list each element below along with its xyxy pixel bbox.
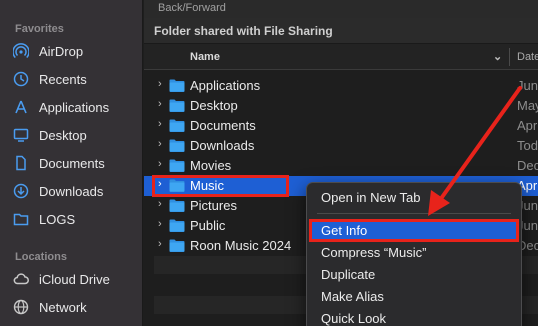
- sidebar-item-airdrop[interactable]: AirDrop: [12, 39, 137, 63]
- applications-icon: [12, 98, 30, 116]
- column-header: Name ⌄ Date: [144, 44, 538, 70]
- sort-chevron-icon[interactable]: ⌄: [493, 50, 502, 63]
- sidebar-item-icloud-drive[interactable]: iCloud Drive: [12, 267, 137, 291]
- menu-item-compress[interactable]: Compress “Music”: [311, 242, 517, 264]
- disclosure-chevron-icon[interactable]: ›: [158, 158, 162, 170]
- column-date[interactable]: Date: [517, 51, 538, 63]
- music-highlight-box: [152, 175, 289, 197]
- file-date: Dec: [517, 158, 538, 173]
- file-row[interactable]: › Documents Apr: [144, 116, 538, 136]
- download-icon: [12, 182, 30, 200]
- locations-heading: Locations: [15, 251, 67, 263]
- sidebar-item-label: iCloud Drive: [39, 271, 110, 287]
- file-row[interactable]: › Applications Jun: [144, 76, 538, 96]
- globe-icon: [12, 298, 30, 316]
- sidebar-item-logs[interactable]: LOGS: [12, 207, 137, 231]
- menu-item-duplicate[interactable]: Duplicate: [311, 264, 517, 286]
- file-name: Documents: [190, 118, 256, 133]
- back-forward-label[interactable]: Back/Forward: [144, 0, 538, 18]
- file-name: Downloads: [190, 138, 255, 153]
- disclosure-chevron-icon[interactable]: ›: [158, 138, 162, 150]
- column-name[interactable]: Name: [190, 51, 220, 63]
- folder-icon: [169, 139, 185, 152]
- folder-icon: [169, 159, 185, 172]
- sidebar-item-label: Applications: [39, 99, 110, 115]
- file-name: Pictures: [190, 198, 237, 213]
- file-name: Applications: [190, 78, 261, 93]
- sidebar-item-label: AirDrop: [39, 43, 84, 59]
- file-name: Public: [190, 218, 226, 233]
- airdrop-icon: [12, 42, 30, 60]
- file-date: Tod: [517, 138, 538, 153]
- disclosure-chevron-icon[interactable]: ›: [158, 198, 162, 210]
- file-name: Roon Music 2024: [190, 238, 292, 253]
- sidebar-item-label: Network: [39, 299, 87, 315]
- document-icon: [12, 154, 30, 172]
- folder-icon: [169, 239, 185, 252]
- file-name: Movies: [190, 158, 232, 173]
- sidebar-item-applications[interactable]: Applications: [12, 95, 137, 119]
- disclosure-chevron-icon[interactable]: ›: [158, 78, 162, 90]
- favorites-heading: Favorites: [15, 23, 64, 35]
- file-row[interactable]: › Movies Dec: [144, 156, 538, 176]
- sidebar-item-label: Desktop: [39, 127, 87, 143]
- menu-item-open-in-new-tab[interactable]: Open in New Tab: [311, 187, 517, 209]
- folder-icon: [12, 210, 30, 228]
- menu-item-make-alias[interactable]: Make Alias: [311, 286, 517, 308]
- path-bar: Folder shared with File Sharing: [144, 18, 538, 44]
- disclosure-chevron-icon[interactable]: ›: [158, 238, 162, 250]
- sidebar-item-label: Documents: [39, 155, 105, 171]
- folder-icon: [169, 119, 185, 132]
- file-date: Jun: [517, 78, 538, 93]
- sidebar-item-label: Downloads: [39, 183, 104, 199]
- menu-separator: [317, 213, 511, 214]
- file-name: Desktop: [190, 98, 238, 113]
- file-row[interactable]: › Desktop May: [144, 96, 538, 116]
- disclosure-chevron-icon[interactable]: ›: [158, 98, 162, 110]
- file-date: May: [517, 98, 538, 113]
- sidebar-item-documents[interactable]: Documents: [12, 151, 137, 175]
- file-date: Apr: [517, 118, 538, 133]
- menu-item-quick-look[interactable]: Quick Look: [311, 308, 517, 326]
- clock-icon: [12, 70, 30, 88]
- folder-icon: [169, 219, 185, 232]
- folder-icon: [169, 99, 185, 112]
- sidebar-item-downloads[interactable]: Downloads: [12, 179, 137, 203]
- disclosure-chevron-icon[interactable]: ›: [158, 118, 162, 130]
- sidebar-item-label: Recents: [39, 71, 87, 87]
- file-row[interactable]: › Downloads Tod: [144, 136, 538, 156]
- cloud-icon: [12, 270, 30, 288]
- context-menu: Open in New Tab Get Info Compress “Music…: [306, 182, 522, 326]
- folder-icon: [169, 199, 185, 212]
- sidebar-item-label: LOGS: [39, 211, 76, 227]
- sidebar-item-desktop[interactable]: Desktop: [12, 123, 137, 147]
- sidebar-item-recents[interactable]: Recents: [12, 67, 137, 91]
- get-info-highlight-box: [309, 219, 519, 242]
- disclosure-chevron-icon[interactable]: ›: [158, 218, 162, 230]
- folder-icon: [169, 79, 185, 92]
- desktop-icon: [12, 126, 30, 144]
- sidebar: Favorites AirDrop Recents Applications D…: [0, 0, 143, 326]
- sidebar-item-network[interactable]: Network: [12, 295, 137, 319]
- column-divider: [509, 48, 510, 66]
